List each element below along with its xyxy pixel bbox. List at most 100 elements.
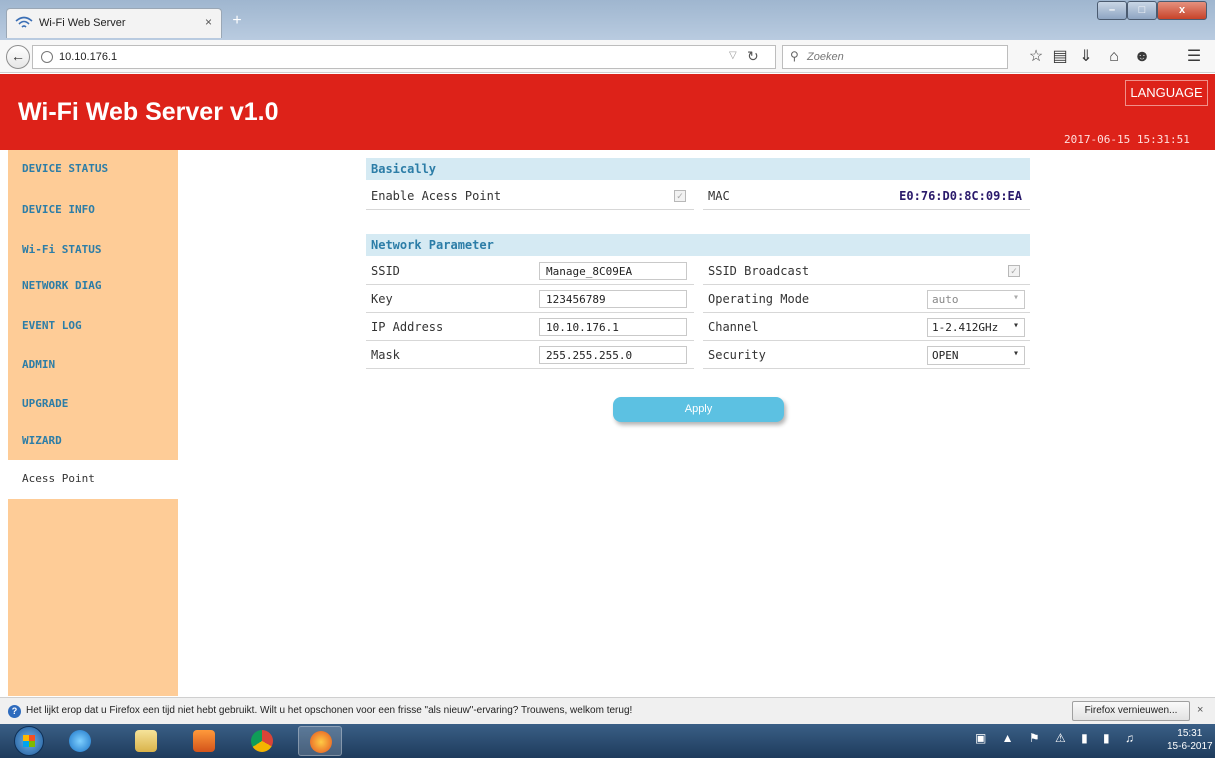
enable-ap-checkbox[interactable]: ✓ <box>674 190 686 202</box>
taskbar-media[interactable] <box>182 726 226 756</box>
reload-icon[interactable]: ↻ <box>747 48 759 65</box>
sidebar-item-network-diag[interactable]: NETWORK DIAG <box>8 267 178 305</box>
sidebar-item-upgrade[interactable]: UPGRADE <box>8 385 178 423</box>
sidebar-item-admin[interactable]: ADMIN <box>8 346 178 384</box>
section-title: Network Parameter <box>371 238 494 252</box>
search-placeholder: Zoeken <box>807 51 844 63</box>
ssid-label: SSID <box>371 264 400 278</box>
channel-select[interactable]: 1-2.412GHz ▾ <box>927 318 1025 337</box>
chat-icon[interactable]: ☻ <box>1132 47 1152 67</box>
sidebar-item-label: Wi-Fi STATUS <box>22 243 102 256</box>
section-title: Basically <box>371 162 437 176</box>
ssid-broadcast-row: SSID Broadcast ✓ <box>703 257 1030 285</box>
operating-mode-row: Operating Mode auto ▾ <box>703 285 1030 313</box>
channel-label: Channel <box>708 320 759 334</box>
chevron-down-icon: ▾ <box>1012 320 1019 331</box>
sidebar-item-wifi-status[interactable]: Wi-Fi STATUS <box>8 231 178 269</box>
channel-row: Channel 1-2.412GHz ▾ <box>703 313 1030 341</box>
start-button[interactable] <box>14 726 44 756</box>
taskbar-chrome[interactable] <box>240 726 284 756</box>
close-icon[interactable]: × <box>1197 704 1203 716</box>
taskbar-firefox[interactable] <box>298 726 342 756</box>
sidebar-item-label: UPGRADE <box>22 397 69 410</box>
info-icon: ? <box>8 705 21 718</box>
sidebar-item-device-status[interactable]: DEVICE STATUS <box>8 150 178 188</box>
bookmark-star-icon[interactable]: ☆ <box>1026 47 1046 67</box>
operating-mode-select[interactable]: auto ▾ <box>927 290 1025 309</box>
taskbar: ▣ ▲ ⚑ ⚠ ▮ ▮ ♫ 15:31 15-6-2017 <box>0 724 1215 758</box>
sidebar-item-label: DEVICE INFO <box>22 203 95 216</box>
browser-tab[interactable]: Wi-Fi Web Server × <box>6 8 222 38</box>
new-tab-button[interactable]: + <box>226 12 248 32</box>
sidebar-item-label: WIZARD <box>22 434 62 447</box>
sidebar: DEVICE STATUS DEVICE INFO Wi-Fi STATUS N… <box>8 150 178 696</box>
taskbar-explorer[interactable] <box>124 726 168 756</box>
menu-icon[interactable]: ☰ <box>1184 47 1204 67</box>
section-heading-network: Network Parameter <box>366 234 1030 256</box>
security-value: OPEN <box>932 349 959 362</box>
chrome-icon <box>251 730 273 752</box>
ip-row: IP Address 10.10.176.1 <box>366 313 694 341</box>
search-bar[interactable]: ⚲ Zoeken <box>782 45 1008 69</box>
url-text[interactable]: 10.10.176.1 <box>59 51 117 63</box>
folder-icon <box>135 730 157 752</box>
chevron-down-icon: ▾ <box>1012 292 1019 303</box>
reading-list-icon[interactable]: ▤ <box>1050 47 1070 67</box>
notification-text: Het lijkt erop dat u Firefox een tijd ni… <box>26 705 633 716</box>
operating-mode-label: Operating Mode <box>708 292 810 306</box>
sidebar-item-label: Acess Point <box>22 472 95 485</box>
operating-mode-value: auto <box>932 293 959 306</box>
taskbar-ie[interactable] <box>58 726 102 756</box>
channel-value: 1-2.412GHz <box>932 321 999 334</box>
key-row: Key 123456789 <box>366 285 694 313</box>
home-icon[interactable]: ⌂ <box>1104 47 1124 67</box>
key-label: Key <box>371 292 393 306</box>
page-title: Wi-Fi Web Server v1.0 <box>18 98 279 126</box>
sidebar-item-device-info[interactable]: DEVICE INFO <box>8 191 178 229</box>
ssid-row: SSID Manage_8C09EA <box>366 257 694 285</box>
enable-ap-row: Enable Acess Point ✓ <box>366 182 694 210</box>
key-input[interactable]: 123456789 <box>539 290 687 308</box>
page-header: Wi-Fi Web Server v1.0 LANGUAGE 2017-06-1… <box>0 74 1215 150</box>
ip-label: IP Address <box>371 320 444 334</box>
language-button[interactable]: LANGUAGE <box>1125 80 1208 106</box>
mask-input[interactable]: 255.255.255.0 <box>539 346 687 364</box>
ip-input[interactable]: 10.10.176.1 <box>539 318 687 336</box>
media-icon <box>193 730 215 752</box>
close-window-button[interactable]: x <box>1157 1 1207 20</box>
enable-ap-label: Enable Acess Point <box>371 189 502 203</box>
system-tray[interactable]: ▣ ▲ ⚑ ⚠ ▮ ▮ ♫ <box>975 731 1140 745</box>
sidebar-item-label: NETWORK DIAG <box>22 279 102 292</box>
browser-navbar: ← 10.10.176.1 ▽ ↻ ⚲ Zoeken ☆ ▤ ⇓ ⌂ ☻ ☰ <box>0 40 1215 73</box>
url-dropdown-icon[interactable]: ▽ <box>729 50 737 61</box>
mac-row: MAC E0:76:D0:8C:09:EA <box>703 182 1030 210</box>
security-row: Security OPEN ▾ <box>703 341 1030 369</box>
firefox-refresh-button[interactable]: Firefox vernieuwen... <box>1072 701 1190 721</box>
minimize-button[interactable]: – <box>1097 1 1127 20</box>
datetime: 2017-06-15 15:31:51 <box>1064 133 1190 146</box>
ssid-broadcast-checkbox[interactable]: ✓ <box>1008 265 1020 277</box>
search-icon: ⚲ <box>790 49 799 63</box>
sidebar-item-label: DEVICE STATUS <box>22 162 109 175</box>
url-bar[interactable]: 10.10.176.1 ▽ ↻ <box>32 45 776 69</box>
firefox-icon <box>310 731 332 753</box>
tab-title: Wi-Fi Web Server <box>39 17 126 29</box>
apply-button[interactable]: Apply <box>613 397 784 422</box>
download-icon[interactable]: ⇓ <box>1076 47 1096 67</box>
ssid-broadcast-label: SSID Broadcast <box>708 264 810 278</box>
maximize-button[interactable]: □ <box>1127 1 1157 20</box>
chevron-down-icon: ▾ <box>1012 348 1019 359</box>
taskbar-clock[interactable]: 15:31 15-6-2017 <box>1167 727 1213 753</box>
sidebar-item-acess-point[interactable]: Acess Point <box>8 460 178 499</box>
notification-bar: ? Het lijkt erop dat u Firefox een tijd … <box>0 697 1215 724</box>
back-button[interactable]: ← <box>6 45 30 69</box>
sidebar-item-wizard[interactable]: WIZARD <box>8 422 178 460</box>
sidebar-item-event-log[interactable]: EVENT LOG <box>8 307 178 345</box>
mask-label: Mask <box>371 348 400 362</box>
close-tab-icon[interactable]: × <box>205 15 212 29</box>
mask-row: Mask 255.255.255.0 <box>366 341 694 369</box>
globe-icon <box>41 51 53 63</box>
mac-label: MAC <box>708 189 730 203</box>
ssid-input[interactable]: Manage_8C09EA <box>539 262 687 280</box>
security-select[interactable]: OPEN ▾ <box>927 346 1025 365</box>
